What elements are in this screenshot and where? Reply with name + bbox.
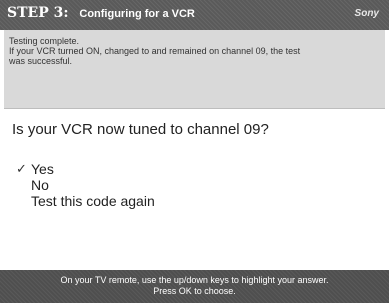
setup-screen: STEP 3: Configuring for a VCR Sony Testi… xyxy=(0,0,389,303)
question-text: Is your VCR now tuned to channel 09? xyxy=(12,121,269,138)
option-no[interactable]: No xyxy=(16,177,155,193)
instructions-bar: On your TV remote, use the up/down keys … xyxy=(0,270,389,303)
step-title: Configuring for a VCR xyxy=(79,8,195,20)
instruction-line: Press OK to choose. xyxy=(153,286,236,296)
option-label: Test this code again xyxy=(31,193,155,209)
instruction-line: On your TV remote, use the up/down keys … xyxy=(60,275,329,285)
status-message: Testing complete. If your VCR turned ON,… xyxy=(9,36,379,66)
option-label: No xyxy=(31,177,49,193)
status-line: was successful. xyxy=(9,56,73,66)
option-test-again[interactable]: Test this code again xyxy=(16,193,155,209)
option-label: Yes xyxy=(31,161,54,177)
status-line: Testing complete. xyxy=(9,36,80,46)
step-label: STEP 3: xyxy=(7,5,69,21)
status-line: If your VCR turned ON, changed to and re… xyxy=(9,46,301,56)
brand-logo: Sony xyxy=(354,8,379,19)
status-panel: Testing complete. If your VCR turned ON,… xyxy=(4,30,385,109)
option-yes[interactable]: ✓ Yes xyxy=(16,161,155,177)
answer-list: ✓ Yes No Test this code again xyxy=(16,161,155,209)
header-bar: STEP 3: Configuring for a VCR Sony xyxy=(0,0,389,30)
checkmark-icon: ✓ xyxy=(16,161,27,176)
page-title: STEP 3: Configuring for a VCR xyxy=(7,5,195,21)
question-area: Is your VCR now tuned to channel 09? ✓ Y… xyxy=(0,110,389,270)
